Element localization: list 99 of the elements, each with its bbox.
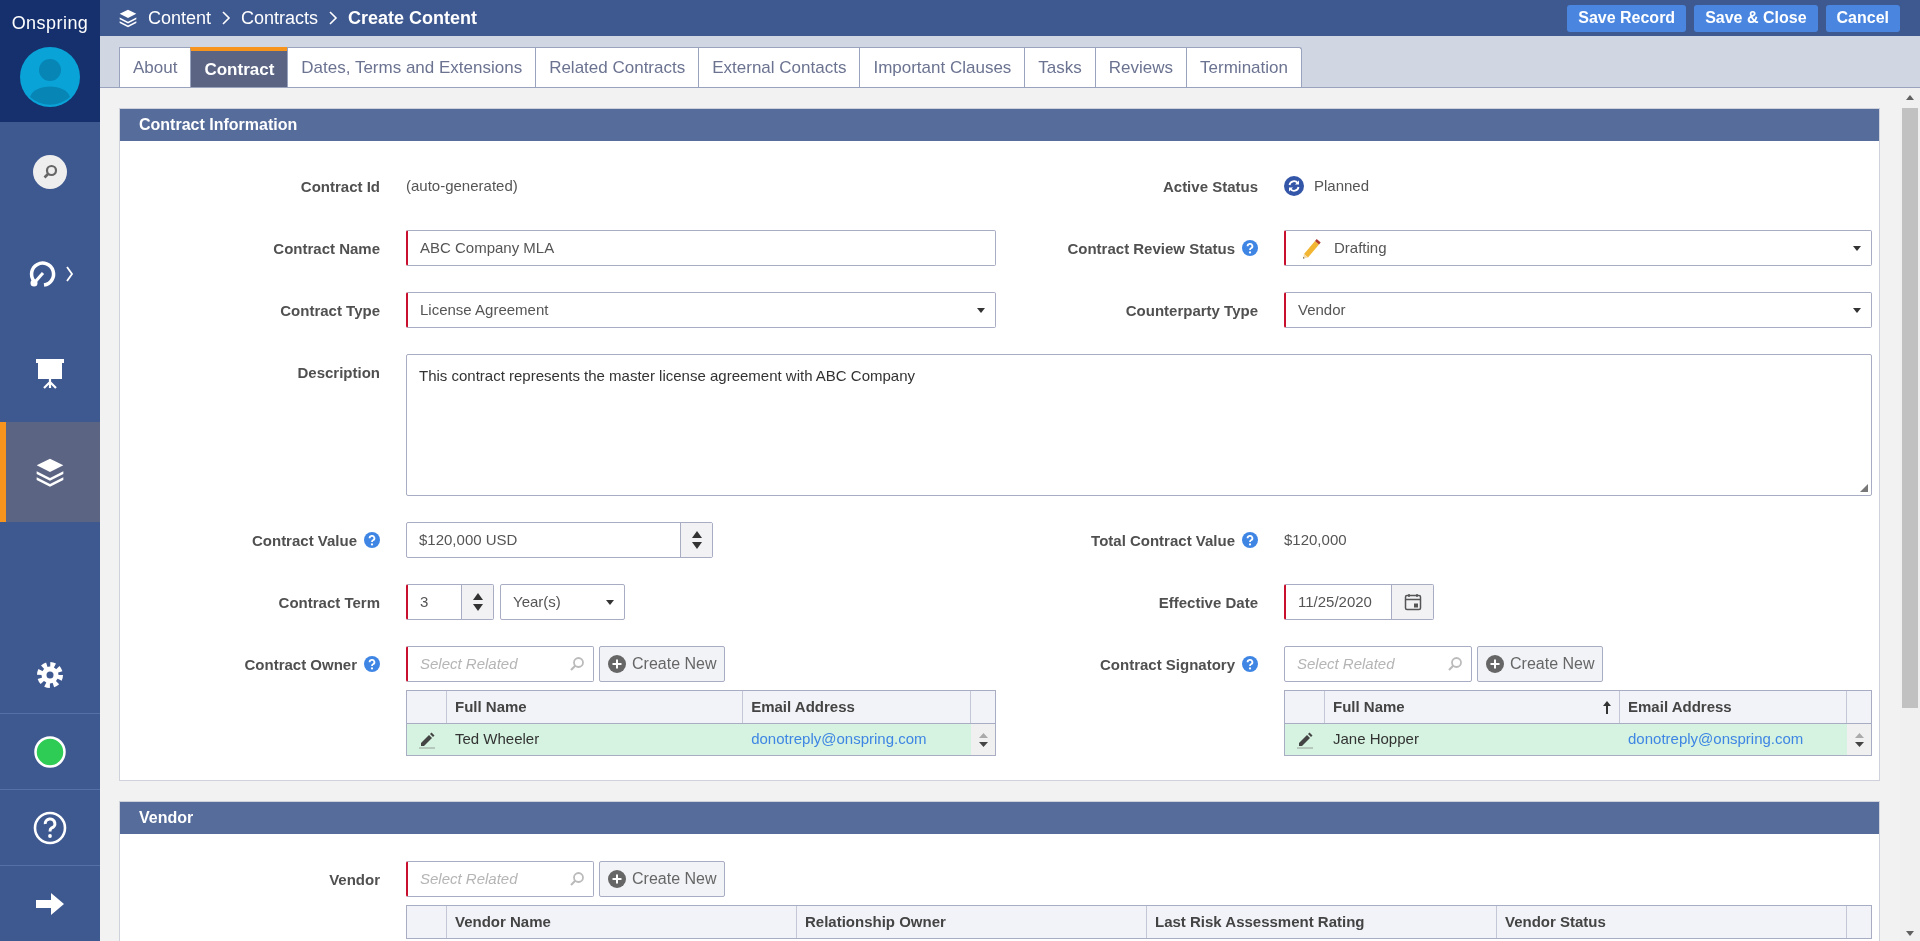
tab[interactable]: Reviews: [1094, 47, 1187, 87]
field-label: Contract Id: [300, 177, 380, 197]
calendar-icon: [1403, 593, 1422, 611]
down-arrow-icon: [691, 542, 702, 549]
number-field[interactable]: 3: [406, 584, 494, 620]
tab[interactable]: About: [119, 47, 191, 87]
field-label: Vendor: [329, 870, 380, 890]
field-label: Contract Owner: [244, 655, 357, 675]
search-icon: [569, 656, 585, 672]
presentation-icon: [35, 358, 65, 390]
table-cell-text: Jane Hopper: [1332, 729, 1420, 750]
column-header[interactable]: Vendor Name: [447, 906, 797, 938]
select-field[interactable]: Vendor: [1284, 292, 1872, 328]
table-cell-text: Ted Wheeler: [454, 729, 541, 750]
chevron-icon: [221, 11, 232, 25]
row-scroller[interactable]: [971, 724, 995, 755]
avatar-icon: [20, 47, 80, 107]
number-field[interactable]: $120,000 USD: [406, 522, 713, 558]
field-label: Active Status: [1162, 177, 1258, 197]
caret-icon: [606, 599, 614, 605]
up-arrow-icon: [978, 732, 988, 738]
settings-icon: [35, 660, 65, 690]
tab[interactable]: Tasks: [1024, 47, 1095, 87]
tab[interactable]: Related Contracts: [535, 47, 699, 87]
row-scroller[interactable]: [1847, 724, 1871, 755]
breadcrumb-link[interactable]: Contracts: [241, 4, 319, 32]
search-icon: [1447, 656, 1463, 672]
arrow-right-icon: [34, 890, 66, 917]
down-arrow-icon[interactable]: [1905, 931, 1915, 937]
spinner-button[interactable]: [680, 523, 712, 557]
sidebar-item[interactable]: [0, 422, 100, 522]
field-label: Contract Value: [251, 531, 357, 551]
column-header[interactable]: Last Risk Assessment Rating: [1147, 906, 1497, 938]
search-icon: [569, 871, 585, 887]
up-arrow-icon[interactable]: [1905, 94, 1915, 100]
status-dot-icon: [34, 735, 66, 768]
action-button[interactable]: Save Record: [1567, 4, 1687, 32]
help-icon: [33, 810, 67, 845]
select-field[interactable]: Year(s): [500, 584, 625, 620]
plus-circle-icon: [1486, 655, 1504, 673]
sort-up-icon: [1603, 700, 1612, 714]
breadcrumb-link[interactable]: Content: [148, 4, 212, 32]
layers-icon: [34, 456, 66, 488]
create-new-button[interactable]: Create New: [1477, 646, 1604, 682]
status-text: Planned: [1314, 175, 1370, 196]
field-label: Contract Term: [278, 593, 380, 613]
field-label: Counterparty Type: [1125, 301, 1258, 321]
edit-icon: [1296, 730, 1314, 749]
up-arrow-icon: [691, 531, 702, 538]
column-header[interactable]: Relationship Owner: [797, 906, 1147, 938]
action-button[interactable]: Cancel: [1825, 4, 1900, 32]
search-icon: [32, 154, 68, 190]
field-label: Contract Type: [280, 301, 380, 321]
down-arrow-icon: [472, 604, 483, 611]
tab[interactable]: Dates, Terms and Extensions: [287, 47, 536, 87]
app-logo[interactable]: Onspring: [11, 10, 89, 37]
up-arrow-icon: [1854, 732, 1864, 738]
text-field[interactable]: ABC Company MLA: [406, 230, 996, 266]
plus-circle-icon: [608, 655, 626, 673]
date-field[interactable]: 11/25/2020: [1284, 584, 1434, 620]
action-button[interactable]: Save & Close: [1694, 4, 1818, 32]
textarea-field[interactable]: This contract represents the master license agreement with ABC Company: [406, 354, 1872, 496]
table-row[interactable]: Jane Hopper donotreply@onspring.com: [1285, 723, 1871, 755]
section-header[interactable]: Contract Information: [120, 109, 1879, 141]
select-field[interactable]: License Agreement: [406, 292, 996, 328]
caret-icon: [977, 307, 985, 313]
column-header[interactable]: Vendor Status: [1497, 906, 1847, 938]
down-arrow-icon: [1854, 741, 1864, 747]
field-label: Effective Date: [1158, 593, 1258, 613]
field-label: Total Contract Value: [1091, 531, 1235, 551]
select-field[interactable]: Drafting: [1284, 230, 1872, 266]
field-label: Description: [297, 363, 380, 383]
create-new-button[interactable]: Create New: [599, 646, 726, 682]
calendar-button[interactable]: [1391, 585, 1433, 619]
field-value: $120,000: [1284, 529, 1347, 550]
page-title: Create Content: [348, 6, 478, 30]
field-label: Contract Review Status: [1067, 239, 1235, 259]
create-new-button[interactable]: Create New: [599, 861, 726, 897]
tab[interactable]: Contract: [190, 47, 288, 87]
caret-icon: [1853, 245, 1861, 251]
refresh-icon: [1284, 176, 1304, 196]
spinner-button[interactable]: [461, 585, 493, 619]
field-value: (auto-generated): [406, 175, 518, 196]
chevron-icon: [328, 11, 339, 25]
field-label: Contract Signatory: [1100, 655, 1235, 675]
pencil-icon: [1300, 237, 1322, 259]
section-header[interactable]: Vendor: [120, 802, 1879, 834]
tab[interactable]: Important Clauses: [859, 47, 1025, 87]
resize-grip-icon: [1860, 484, 1868, 492]
tab[interactable]: Termination: [1186, 47, 1302, 87]
plus-circle-icon: [608, 870, 626, 888]
table-row[interactable]: Ted Wheeler donotreply@onspring.com: [407, 723, 995, 755]
down-arrow-icon: [978, 741, 988, 747]
up-arrow-icon: [472, 593, 483, 600]
tab[interactable]: External Contacts: [698, 47, 860, 87]
field-label: Contract Name: [273, 239, 380, 259]
layers-icon: [118, 8, 138, 28]
edit-icon: [418, 730, 436, 749]
caret-icon: [1853, 307, 1861, 313]
